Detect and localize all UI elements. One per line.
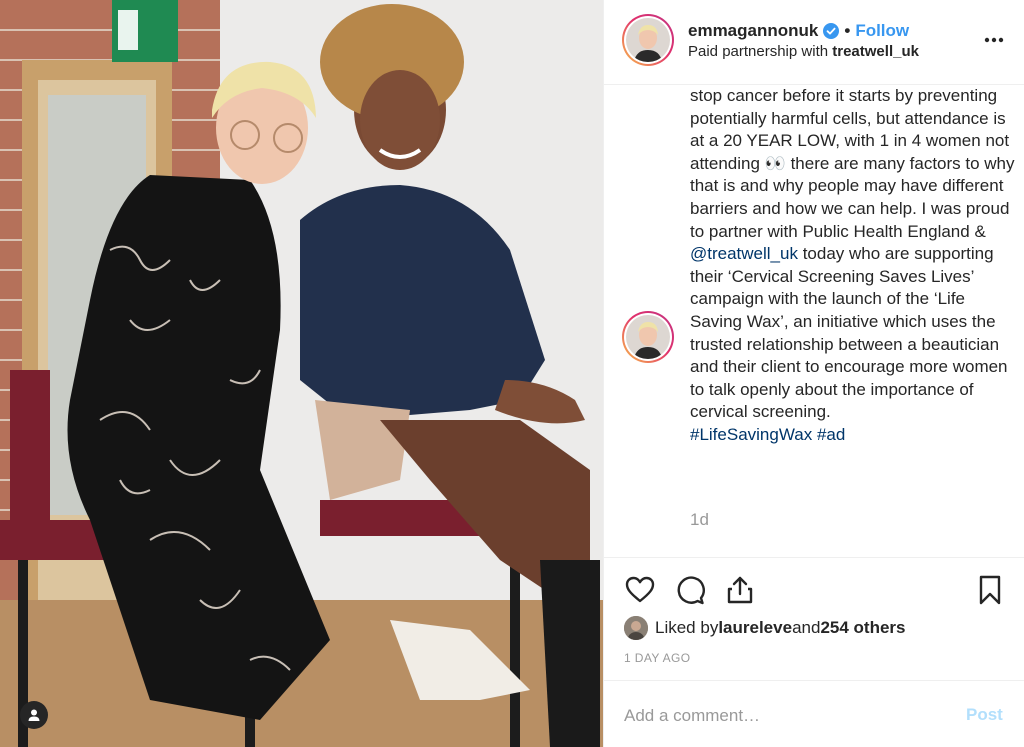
liker-avatar-photo [624,616,648,640]
hashtag-link[interactable]: #ad [817,425,845,444]
caption-area[interactable]: stop cancer before it starts by preventi… [604,85,1024,557]
avatar-photo [626,315,670,359]
liked-by-prefix: Liked by [655,618,719,637]
author-avatar[interactable] [622,14,674,66]
heart-icon[interactable] [624,574,656,606]
post-actions: Liked by laureleve and 254 others 1 DAY … [604,557,1024,677]
post-photo[interactable] [0,0,603,747]
post-sidebar: emmagannonuk • Follow Paid partnership w… [603,0,1024,747]
others-count-link[interactable]: 254 others [820,618,905,638]
post-timestamp[interactable]: 1 DAY AGO [624,651,691,665]
caption-author-avatar[interactable] [622,311,674,363]
caption-part-3: today who are supporting their ‘Cervical… [690,244,1008,422]
avatar-photo [626,18,670,62]
user-tag-icon [28,709,40,721]
comment-icon[interactable] [674,574,706,606]
photo-illustration [0,0,603,747]
liked-by-middle: and [792,618,821,637]
partnership-prefix: Paid partnership with [688,43,833,60]
hashtags: #LifeSavingWax #ad [690,424,1020,447]
mention-link[interactable]: @treatwell_uk [690,244,798,263]
follow-button[interactable]: Follow [855,21,909,41]
eyes-emoji: 👀 [764,153,786,173]
share-icon[interactable] [724,574,756,606]
comment-composer: Post [604,680,1024,747]
caption-age[interactable]: 1d [690,510,709,530]
partner-link[interactable]: treatwell_uk [832,43,919,60]
hashtag-link[interactable]: #LifeSavingWax [690,425,812,444]
verified-badge-icon [823,23,840,39]
paid-partnership-label: Paid partnership with treatwell_uk [688,43,919,60]
more-options-button[interactable] [981,30,1007,50]
username-link[interactable]: emmagannonuk [688,21,818,41]
post-header: emmagannonuk • Follow Paid partnership w… [604,0,1024,85]
dot-separator: • [844,21,851,40]
comment-input[interactable] [624,703,954,729]
username-row: emmagannonuk • Follow [688,21,909,41]
bookmark-icon[interactable] [974,574,1006,606]
liker-username[interactable]: laureleve [718,618,792,638]
likes-summary: Liked by laureleve and 254 others [624,616,905,640]
liker-avatar[interactable] [624,616,648,640]
post-comment-button[interactable]: Post [966,705,1003,725]
caption-text: stop cancer before it starts by preventi… [690,85,1020,447]
user-tag-button[interactable] [20,701,48,729]
more-dots-icon [984,37,1004,43]
